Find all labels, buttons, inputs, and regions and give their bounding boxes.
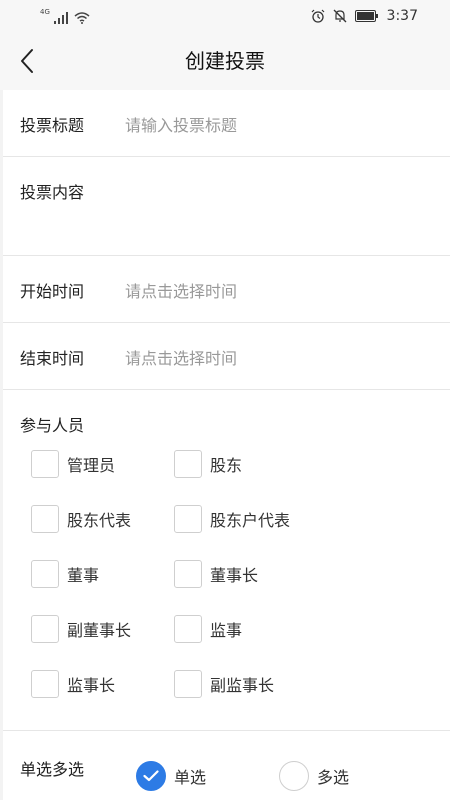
checkbox-box[interactable] bbox=[31, 615, 59, 643]
status-bar: 4G 3:37 bbox=[0, 0, 450, 32]
checkbox-participant[interactable]: 监事 bbox=[174, 615, 242, 643]
checkbox-label: 股东户代表 bbox=[210, 511, 291, 530]
selection-mode-row: 单选多选 单选 多选 bbox=[3, 731, 450, 800]
checkbox-label: 股东代表 bbox=[67, 511, 132, 530]
checkbox-label: 监事长 bbox=[67, 676, 116, 695]
radio-multiple[interactable]: 多选 bbox=[279, 761, 349, 791]
checkbox-box[interactable] bbox=[174, 615, 202, 643]
vote-form: 投票标题 请输入投票标题 投票内容 开始时间 请点击选择时间 结束时间 请点击选… bbox=[3, 90, 450, 800]
checkbox-box[interactable] bbox=[31, 560, 59, 588]
checkbox-box[interactable] bbox=[174, 670, 202, 698]
checkbox-label: 监事 bbox=[210, 621, 243, 640]
checkbox-participant[interactable]: 董事长 bbox=[174, 560, 258, 588]
check-icon bbox=[143, 770, 159, 782]
vote-title-label: 投票标题 bbox=[20, 116, 85, 135]
participants-section: 参与人员 管理员 股东 股东代表 股东户代表 董事 董事长 副董事长 监事 监事… bbox=[3, 390, 450, 731]
checkbox-box[interactable] bbox=[31, 505, 59, 533]
mute-icon bbox=[333, 9, 347, 23]
selection-mode-label: 单选多选 bbox=[20, 760, 85, 779]
radio-multiple-label: 多选 bbox=[317, 768, 350, 787]
status-right: 3:37 bbox=[311, 8, 418, 24]
start-time-label: 开始时间 bbox=[20, 282, 85, 301]
clock: 3:37 bbox=[386, 8, 418, 24]
checkbox-label: 副监事长 bbox=[210, 676, 275, 695]
vote-content-label: 投票内容 bbox=[20, 183, 85, 202]
end-time-row[interactable]: 结束时间 请点击选择时间 bbox=[3, 323, 450, 390]
page-title: 创建投票 bbox=[185, 49, 265, 73]
checkbox-participant[interactable]: 管理员 bbox=[31, 450, 115, 478]
checkbox-box[interactable] bbox=[31, 670, 59, 698]
checkbox-box[interactable] bbox=[31, 450, 59, 478]
back-button[interactable] bbox=[10, 45, 46, 77]
status-left: 4G bbox=[40, 8, 90, 24]
radio-single-label: 单选 bbox=[174, 768, 207, 787]
radio-single[interactable]: 单选 bbox=[136, 761, 206, 791]
start-time-field[interactable]: 请点击选择时间 bbox=[125, 278, 237, 302]
alarm-icon bbox=[311, 9, 324, 23]
vote-title-row[interactable]: 投票标题 请输入投票标题 bbox=[3, 90, 450, 157]
participants-label: 参与人员 bbox=[20, 416, 85, 435]
wifi-icon bbox=[74, 12, 90, 24]
checkbox-label: 董事 bbox=[67, 566, 100, 585]
signal-icon bbox=[53, 12, 68, 24]
checkbox-participant[interactable]: 股东 bbox=[174, 450, 242, 478]
checkbox-participant[interactable]: 股东代表 bbox=[31, 505, 131, 533]
checkbox-box[interactable] bbox=[174, 505, 202, 533]
radio-circle-selected[interactable] bbox=[136, 761, 166, 791]
checkbox-participant[interactable]: 股东户代表 bbox=[174, 505, 290, 533]
network-type-label: 4G bbox=[40, 8, 50, 16]
start-time-row[interactable]: 开始时间 请点击选择时间 bbox=[3, 256, 450, 323]
checkbox-label: 管理员 bbox=[67, 456, 116, 475]
vote-content-row[interactable]: 投票内容 bbox=[3, 157, 450, 256]
vote-title-input[interactable]: 请输入投票标题 bbox=[125, 112, 237, 136]
checkbox-participant[interactable]: 董事 bbox=[31, 560, 99, 588]
radio-circle[interactable] bbox=[279, 761, 309, 791]
checkbox-label: 副董事长 bbox=[67, 621, 132, 640]
checkbox-label: 董事长 bbox=[210, 566, 259, 585]
checkbox-box[interactable] bbox=[174, 450, 202, 478]
back-arrow-icon bbox=[21, 49, 33, 73]
checkbox-participant[interactable]: 副董事长 bbox=[31, 615, 131, 643]
checkbox-label: 股东 bbox=[210, 456, 243, 475]
end-time-field[interactable]: 请点击选择时间 bbox=[125, 345, 237, 369]
battery-icon bbox=[354, 10, 378, 22]
checkbox-participant[interactable]: 监事长 bbox=[31, 670, 115, 698]
checkbox-box[interactable] bbox=[174, 560, 202, 588]
end-time-label: 结束时间 bbox=[20, 349, 85, 368]
app-bar: 创建投票 bbox=[0, 32, 450, 90]
checkbox-participant[interactable]: 副监事长 bbox=[174, 670, 274, 698]
